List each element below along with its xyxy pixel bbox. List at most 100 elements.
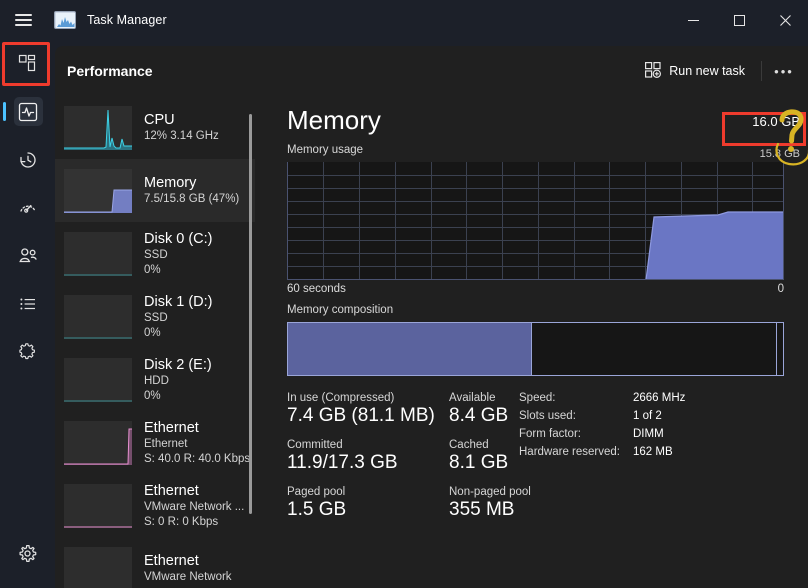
resource-list-scrollbar[interactable]	[249, 114, 252, 514]
list-item[interactable]: Ethernet VMware Network	[55, 537, 255, 588]
spec-value: 162 MB	[633, 446, 673, 458]
spec-value: 2666 MHz	[633, 392, 685, 404]
resource-sub: Ethernet	[144, 438, 250, 451]
selection-indicator	[3, 102, 6, 121]
minimize-button[interactable]	[670, 0, 716, 40]
close-button[interactable]	[762, 0, 808, 40]
spec-key: Speed:	[519, 392, 633, 404]
app-chart-icon	[54, 11, 76, 29]
graph-label: Memory usage	[287, 144, 363, 156]
cpu-sparkline	[64, 106, 132, 150]
resource-name: Disk 2 (E:)	[144, 357, 212, 373]
resource-sub2: 0%	[144, 327, 212, 340]
resource-sub: HDD	[144, 375, 212, 388]
settings-gear-icon	[18, 544, 37, 568]
composition-reserved-segment	[777, 323, 783, 375]
memory-composition-bar	[287, 322, 784, 376]
add-task-icon	[645, 62, 661, 81]
resource-list: CPU 12% 3.14 GHz Memory 7.5/15.8 GB (47%…	[55, 96, 255, 588]
app-title: Task Manager	[87, 13, 167, 27]
spec-key: Form factor:	[519, 428, 633, 440]
spec-value: DIMM	[633, 428, 664, 440]
spec-key: Hardware reserved:	[519, 446, 633, 458]
users-icon	[18, 246, 38, 266]
list-icon	[18, 294, 38, 314]
hamburger-menu-icon[interactable]	[0, 0, 46, 40]
maximize-button[interactable]	[716, 0, 762, 40]
list-item[interactable]: Ethernet VMware Network ... S: 0 R: 0 Kb…	[55, 474, 255, 537]
run-new-task-label: Run new task	[669, 64, 745, 78]
gear-cog-icon	[18, 342, 38, 362]
disk1-sparkline	[64, 295, 132, 339]
page-title: Performance	[67, 63, 153, 79]
ethernet1-sparkline	[64, 421, 132, 465]
resource-sub2: 0%	[144, 390, 212, 403]
resource-sub: 12% 3.14 GHz	[144, 130, 219, 143]
pulse-icon	[18, 102, 38, 122]
sidebar-item-users[interactable]	[0, 232, 55, 280]
nonpaged-pool-label: Non-paged pool	[449, 486, 569, 498]
ethernet3-sparkline	[64, 547, 132, 588]
list-item[interactable]: Disk 2 (E:) HDD 0%	[55, 348, 255, 411]
spec-key: Slots used:	[519, 410, 633, 422]
sidebar-item-services[interactable]	[0, 328, 55, 376]
resource-name: CPU	[144, 112, 219, 128]
resource-sub: VMware Network	[144, 571, 232, 584]
command-bar: Performance Run new task	[55, 46, 808, 96]
sidebar-item-performance[interactable]	[0, 88, 55, 136]
list-item[interactable]: Memory 7.5/15.8 GB (47%)	[55, 159, 255, 222]
list-item[interactable]: Disk 0 (C:) SSD 0%	[55, 222, 255, 285]
memory-sparkline	[64, 169, 132, 213]
graph-max-label: 15.8 GB	[760, 148, 800, 160]
spec-value: 1 of 2	[633, 410, 662, 422]
list-item[interactable]: Disk 1 (D:) SSD 0%	[55, 285, 255, 348]
resource-sub: SSD	[144, 312, 212, 325]
navigation-rail	[0, 40, 55, 588]
resource-sub: 7.5/15.8 GB (47%)	[144, 193, 239, 206]
run-new-task-button[interactable]: Run new task	[635, 56, 755, 86]
spec-row: Slots used: 1 of 2	[519, 410, 789, 422]
resource-sub2: S: 0 R: 0 Kbps	[144, 516, 244, 529]
disk0-sparkline	[64, 232, 132, 276]
sidebar-item-details[interactable]	[0, 280, 55, 328]
resource-name: Ethernet	[144, 553, 232, 569]
list-item[interactable]: Ethernet Ethernet S: 40.0 R: 40.0 Kbps	[55, 411, 255, 474]
nonpaged-pool-stat: Non-paged pool 355 MB	[449, 486, 569, 521]
resource-sub2: 0%	[144, 264, 212, 277]
resource-name: Ethernet	[144, 483, 244, 499]
memory-usage-graph	[287, 162, 784, 280]
nonpaged-pool-value: 355 MB	[449, 499, 569, 521]
more-options-button[interactable]: •••	[768, 56, 800, 86]
stats-column-right: Speed: 2666 MHz Slots used: 1 of 2 Form …	[519, 392, 789, 464]
memory-detail-pane: Memory 16.0 GB Memory usage 15.8 GB	[255, 96, 808, 588]
sidebar-item-processes[interactable]	[0, 40, 55, 88]
resource-name: Disk 0 (C:)	[144, 231, 212, 247]
speedometer-icon	[18, 198, 38, 218]
resource-name: Disk 1 (D:)	[144, 294, 212, 310]
resource-name: Memory	[144, 175, 239, 191]
list-item[interactable]: CPU 12% 3.14 GHz	[55, 96, 255, 159]
resource-sub: VMware Network ...	[144, 501, 244, 514]
resource-sub2: S: 40.0 R: 40.0 Kbps	[144, 453, 250, 466]
ethernet2-sparkline	[64, 484, 132, 528]
task-manager-window: Task Manager	[0, 0, 808, 588]
title-bar: Task Manager	[0, 0, 808, 40]
composition-available-segment	[532, 323, 776, 375]
grid-icon	[18, 54, 38, 74]
spec-row: Form factor: DIMM	[519, 428, 789, 440]
command-separator	[761, 61, 762, 81]
spec-row: Speed: 2666 MHz	[519, 392, 789, 404]
sidebar-item-startup-apps[interactable]	[0, 184, 55, 232]
window-controls	[670, 0, 808, 40]
memory-composition-label: Memory composition	[287, 304, 393, 316]
sidebar-item-app-history[interactable]	[0, 136, 55, 184]
resource-sub: SSD	[144, 249, 212, 262]
memory-capacity: 16.0 GB	[752, 114, 800, 129]
composition-in-use-segment	[288, 323, 531, 375]
history-clock-icon	[18, 150, 38, 170]
sidebar-item-settings[interactable]	[0, 532, 55, 580]
content-panel: Performance Run new task	[55, 46, 808, 588]
graph-axis-right-label: 0	[287, 283, 784, 295]
detail-title: Memory	[287, 105, 381, 136]
resource-name: Ethernet	[144, 420, 250, 436]
